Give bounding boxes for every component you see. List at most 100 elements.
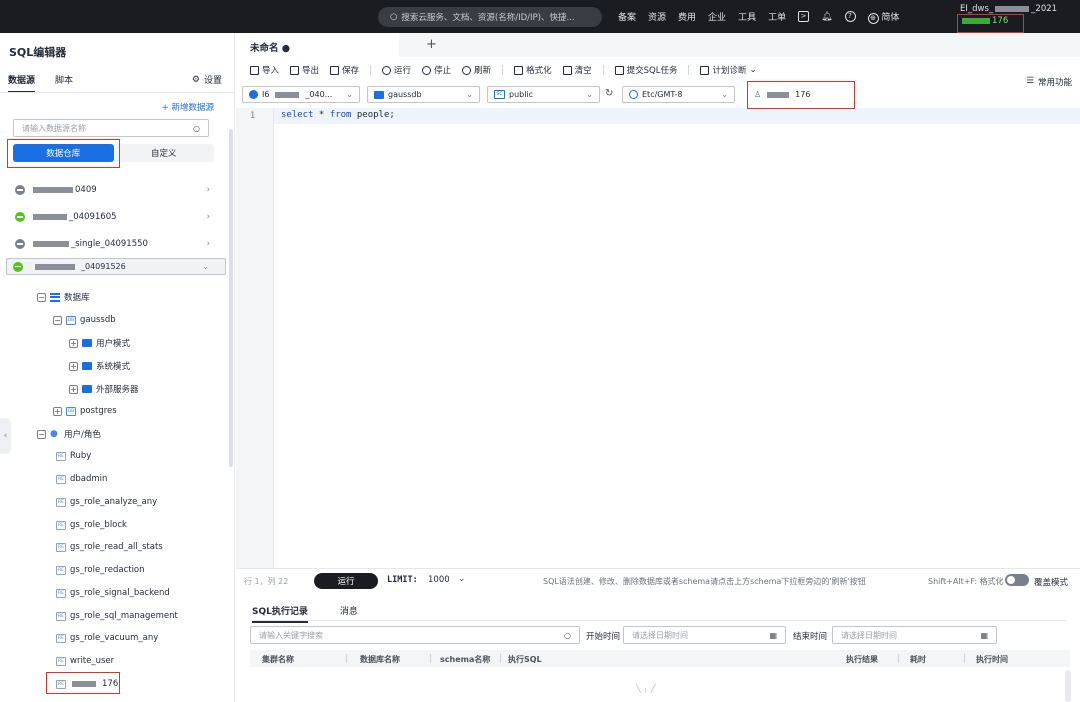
history-search-input[interactable]: 请输入关键字搜索 ○ [250, 626, 580, 644]
masked-text [33, 214, 67, 220]
calendar-icon: ▦ [980, 630, 988, 640]
sql-editor[interactable]: 1 select * from people; [236, 108, 1080, 568]
globe-icon: ⊕ [867, 12, 879, 24]
settings-button[interactable]: ⚙ 设置 [192, 73, 222, 87]
limit-label: LIMIT: [387, 575, 418, 585]
divider [688, 65, 690, 75]
role-item[interactable]: RE gs_role_vacuum_any [56, 630, 158, 646]
schema-icon: SC [494, 90, 505, 99]
datasource-search-input[interactable]: 请输入数据源名称 ○ [13, 119, 209, 137]
database-icon: DB [66, 315, 76, 325]
connection-item[interactable]: _single_04091550 › [6, 231, 226, 257]
expand-icon[interactable]: + [69, 384, 78, 394]
collapse-icon[interactable]: − [53, 315, 62, 325]
collapse-panel-button[interactable]: ‹ [0, 418, 11, 454]
refresh-button[interactable]: 刷新 [462, 64, 491, 76]
refresh-schema-icon[interactable]: ↻ [605, 88, 613, 99]
add-tab-icon[interactable]: + [426, 37, 437, 52]
role-item[interactable]: RE gs_role_block [56, 517, 127, 533]
run-button[interactable]: 运行 [314, 573, 378, 589]
connection-item-selected[interactable]: _04091526 ⌄ [6, 258, 226, 275]
role-item[interactable]: RE gs_role_redaction [56, 562, 145, 578]
help-icon[interactable]: ? [844, 11, 856, 22]
cover-mode-toggle[interactable] [1005, 574, 1029, 586]
tab-datasource[interactable]: 数据源 [8, 73, 36, 93]
tree-node-user-schema[interactable]: + 用户模式 [69, 335, 130, 351]
run-toolbar-button[interactable]: 运行 [382, 64, 411, 76]
connection-item[interactable]: 0409 › [6, 177, 226, 203]
nav-filing[interactable]: 备案 [618, 10, 636, 23]
connection-item[interactable]: _04091605 › [6, 204, 226, 230]
file-tab-untitled[interactable]: 未命名 ● [236, 33, 399, 57]
expand-icon[interactable]: + [69, 361, 78, 371]
clear-button[interactable]: 清空 [562, 64, 592, 76]
cover-mode-label: 覆盖模式 [1034, 578, 1069, 588]
role-item[interactable]: RE gs_role_analyze_any [56, 494, 157, 510]
sql-code[interactable]: select * from people; [281, 110, 395, 120]
terminal-icon[interactable]: > [798, 11, 810, 22]
add-datasource-link[interactable]: + 新增数据源 [162, 101, 214, 113]
role-icon: RE [56, 520, 66, 530]
export-icon [290, 65, 300, 75]
results-scrollbar[interactable] [1065, 670, 1071, 702]
column-header: 执行时间 [976, 655, 1008, 664]
tree-node-gaussdb[interactable]: − DB gaussdb [53, 312, 116, 328]
divider [502, 65, 504, 75]
cluster-select[interactable]: I6 _040... ⌄ [242, 86, 360, 103]
save-button[interactable]: 保存 [330, 64, 359, 76]
masked-text [33, 187, 73, 193]
export-button[interactable]: 导出 [290, 64, 319, 76]
global-search-input[interactable]: ○ 搜索云服务、文档、资源(名称/ID/IP)、快捷... [378, 7, 602, 27]
left-scrollbar[interactable] [229, 129, 233, 467]
end-time-picker[interactable]: 请选择日期时间 ▦ [832, 626, 997, 644]
format-button[interactable]: 格式化 [514, 64, 552, 76]
role-item[interactable]: RE Ruby [56, 448, 91, 464]
expand-icon[interactable]: + [69, 338, 78, 348]
folder-icon [82, 385, 92, 393]
submit-sql-task-button[interactable]: 提交SQL任务 [614, 64, 677, 76]
role-item[interactable]: RE gs_role_signal_backend [56, 585, 170, 601]
nav-tools[interactable]: 工具 [738, 10, 756, 23]
divider [250, 620, 1066, 621]
tree-node-system-schema[interactable]: + 系统模式 [69, 358, 130, 374]
tab-scripts[interactable]: 脚本 [55, 73, 73, 93]
cluster-icon [249, 90, 258, 99]
start-time-picker[interactable]: 请选择日期时间 ▦ [623, 626, 786, 644]
timezone-select[interactable]: Etc/GMT-8 ⌄ [622, 86, 735, 103]
start-time-label: 开始时间 [586, 632, 621, 642]
tree-node-postgres[interactable]: + DB postgres [53, 403, 117, 419]
role-item[interactable]: RE dbadmin [56, 471, 107, 487]
chevron-down-icon: ⌄ [749, 65, 757, 75]
common-functions-button[interactable]: ☰ 常用功能 [1026, 76, 1072, 88]
tree-node-users-roles[interactable]: − ● 用户/角色 [37, 426, 101, 442]
language-switch[interactable]: ⊕ 简体 [867, 10, 899, 24]
tree-node-foreign-servers[interactable]: + 外部服务器 [69, 381, 139, 397]
nav-resources[interactable]: 资源 [648, 10, 666, 23]
stop-button[interactable]: 停止 [422, 64, 451, 76]
limit-select[interactable]: 1000 [428, 575, 450, 585]
role-icon: RE [56, 656, 66, 666]
role-item[interactable]: RE gs_role_sql_management [56, 608, 178, 624]
nav-enterprise[interactable]: 企业 [708, 10, 726, 23]
import-button[interactable]: 导入 [250, 64, 279, 76]
menu-icon: ☰ [1026, 76, 1034, 86]
role-item[interactable]: RE gs_role_read_all_stats [56, 539, 163, 555]
divider [0, 92, 235, 93]
role-item[interactable]: RE write_user [56, 653, 114, 669]
plan-diagnosis-button[interactable]: 计划诊断 ⌄ [700, 64, 757, 76]
column-header: 执行结果 [846, 655, 878, 664]
collapse-icon[interactable]: − [37, 292, 46, 302]
nav-tickets[interactable]: 工单 [768, 10, 786, 23]
save-icon [330, 65, 340, 75]
collapse-icon[interactable]: − [37, 429, 46, 439]
segment-custom[interactable]: 自定义 [114, 144, 215, 162]
format-shortcut-hint: Shift+Alt+F: 格式化 [928, 577, 1004, 586]
tree-node-databases[interactable]: − 数据库 [37, 289, 90, 305]
expand-icon[interactable]: + [53, 406, 62, 416]
bell-icon[interactable]: 🔔︎ [821, 12, 832, 22]
chevron-down-icon[interactable]: ⌄ [458, 574, 466, 584]
database-select[interactable]: gaussdb ⌄ [367, 86, 480, 103]
editor-toolbar: 导入 导出 保存 运行 停止 刷新 格式化 清空 提交SQL任务 计划诊断 ⌄ [250, 64, 768, 76]
schema-select[interactable]: SC public ⌄ [487, 86, 600, 103]
nav-billing[interactable]: 费用 [678, 10, 696, 23]
